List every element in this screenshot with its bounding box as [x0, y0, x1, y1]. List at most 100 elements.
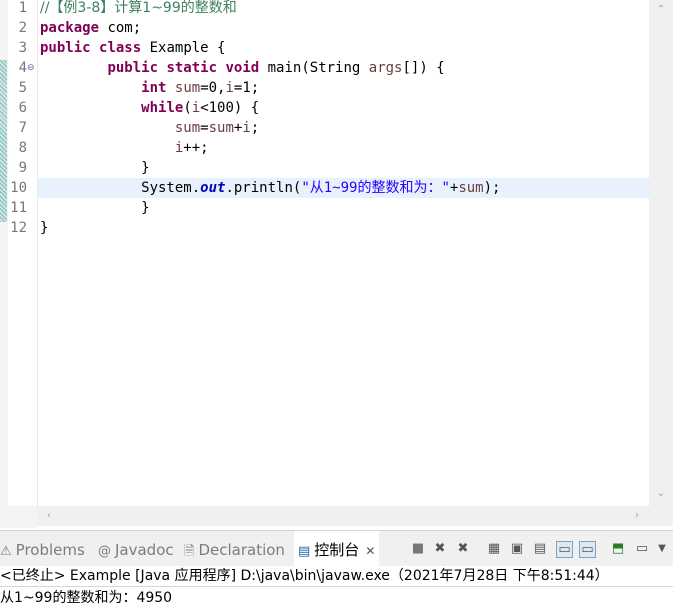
scroll-left-icon[interactable]: ‹ — [37, 506, 61, 526]
code-text-area[interactable]: //【例3-8】计算1~99的整数和 package com; public cla… — [37, 0, 650, 506]
code-line[interactable]: } — [40, 198, 150, 218]
code-line[interactable]: sum=sum+i; — [40, 118, 259, 138]
code-line[interactable]: //【例3-8】计算1~99的整数和 — [40, 0, 237, 18]
tab-label: Declaration — [198, 541, 285, 559]
code-editor[interactable]: 1 2 3 4 ⊖ 5 6 7 8 9 10 11 12 //【例3-8】计算1~99的整数和 packa… — [0, 0, 673, 528]
line-number: 4 — [18, 60, 27, 76]
vertical-scrollbar[interactable]: ⌃ ⌄ — [649, 0, 673, 506]
terminate-icon[interactable]: ■ — [410, 541, 426, 557]
code-token: "从1~99的整数和为：" — [301, 180, 450, 196]
code-token: public — [107, 60, 159, 76]
scroll-up-icon[interactable]: ⌃ — [649, 0, 673, 20]
code-token: <100) { — [200, 100, 260, 116]
scroll-corner — [649, 506, 673, 526]
code-line[interactable]: } — [40, 218, 48, 238]
line-number: 6 — [18, 100, 27, 116]
tab-problems[interactable]: ⚠ Problems — [0, 531, 85, 567]
code-token: args — [368, 60, 403, 76]
code-token: i — [225, 80, 234, 96]
console-output[interactable]: 从1~99的整数和为：4950 — [0, 587, 673, 609]
line-number: 9 — [18, 160, 27, 176]
line-number: 3 — [18, 40, 27, 56]
code-line[interactable]: System.out.println("从1~99的整数和为："+sum); — [40, 178, 500, 198]
code-token: } — [40, 160, 150, 176]
code-token: .println( — [225, 180, 302, 196]
tab-label: 控制台 — [314, 541, 360, 559]
code-token: class — [99, 40, 142, 56]
close-icon[interactable]: ✕ — [365, 544, 375, 558]
show-console-on-stderr-icon[interactable]: ▭ — [579, 541, 596, 558]
code-token: main(String — [259, 60, 369, 76]
code-line[interactable]: } — [40, 158, 150, 178]
code-token: static — [166, 60, 218, 76]
tab-label: Problems — [15, 541, 85, 559]
code-token: ++; — [183, 140, 209, 156]
code-token: while — [141, 100, 184, 116]
line-number: 1 — [18, 0, 27, 16]
remove-launch-icon[interactable]: ✖ — [432, 541, 448, 557]
views-tab-bar: ⚠ Problems @ Javadoc 🗎 Declaration ▤ 控制台 ✕ ■ … — [0, 530, 673, 567]
code-token: out — [200, 180, 226, 196]
code-token: =0, — [200, 80, 226, 96]
code-line[interactable]: public static void main(String args[]) { — [40, 58, 445, 78]
code-token: sum — [458, 180, 484, 196]
code-token: i — [242, 120, 251, 136]
tab-console[interactable]: ▤ 控制台 ✕ — [294, 531, 380, 567]
code-token: } — [40, 220, 49, 236]
clear-console-icon[interactable]: ▦ — [486, 541, 502, 557]
code-token: sum — [174, 120, 201, 136]
scroll-down-icon[interactable]: ⌄ — [649, 484, 673, 504]
code-token: public — [40, 40, 91, 56]
code-token: int — [141, 80, 167, 96]
change-marker-strip — [0, 60, 7, 222]
code-token: Example { — [141, 40, 226, 56]
horizontal-scrollbar[interactable]: ‹ › — [37, 506, 649, 526]
code-token: sum — [208, 120, 234, 136]
line-number: 7 — [18, 120, 27, 136]
code-line[interactable]: i++; — [40, 138, 209, 158]
code-token: ( — [183, 100, 192, 116]
code-line[interactable]: package com; — [40, 18, 141, 38]
code-line[interactable]: int sum=0,i=1; — [40, 78, 259, 98]
code-token: =1; — [233, 80, 260, 96]
console-launch-header: <已终止> Example [Java 应用程序] D:\java\bin\ja… — [0, 566, 673, 587]
code-token: com; — [99, 20, 142, 36]
code-token: package — [40, 20, 100, 36]
fold-collapse-icon[interactable]: ⊖ — [27, 58, 35, 78]
view-menu-icon[interactable]: ▼ — [654, 541, 670, 557]
open-console-icon[interactable]: ▭ — [634, 541, 650, 557]
code-token: } — [40, 200, 150, 216]
line-number-gutter: 1 2 3 4 ⊖ 5 6 7 8 9 10 11 12 — [8, 0, 37, 506]
tab-declaration[interactable]: 🗎 Declaration — [184, 531, 285, 567]
remove-all-terminated-icon[interactable]: ✖ — [455, 541, 471, 557]
code-token: ); — [483, 180, 501, 196]
scroll-right-icon[interactable]: › — [625, 506, 649, 526]
pin-console-icon[interactable]: ⬒ — [610, 541, 626, 557]
line-number: 10 — [10, 180, 27, 196]
code-token: i — [191, 100, 201, 116]
code-line[interactable]: while(i<100) { — [40, 98, 259, 118]
tab-javadoc[interactable]: @ Javadoc — [98, 531, 174, 567]
line-number: 12 — [10, 220, 27, 236]
show-console-on-stdout-icon[interactable]: ▭ — [556, 541, 573, 558]
line-number: 11 — [10, 200, 27, 216]
tab-label: Javadoc — [115, 541, 174, 559]
scroll-lock-icon[interactable]: ▣ — [509, 541, 525, 557]
console-view: <已终止> Example [Java 应用程序] D:\java\bin\ja… — [0, 566, 673, 612]
line-number: 2 — [18, 20, 27, 36]
code-token: []) { — [402, 60, 445, 76]
code-token: sum — [174, 80, 201, 96]
code-token: = — [200, 120, 209, 136]
line-number: 8 — [18, 140, 27, 156]
line-number: 5 — [18, 80, 27, 96]
code-line[interactable]: public class Example { — [40, 38, 225, 58]
code-token: ; — [250, 120, 260, 136]
code-token: void — [225, 60, 260, 76]
word-wrap-icon[interactable]: ▤ — [532, 541, 548, 557]
